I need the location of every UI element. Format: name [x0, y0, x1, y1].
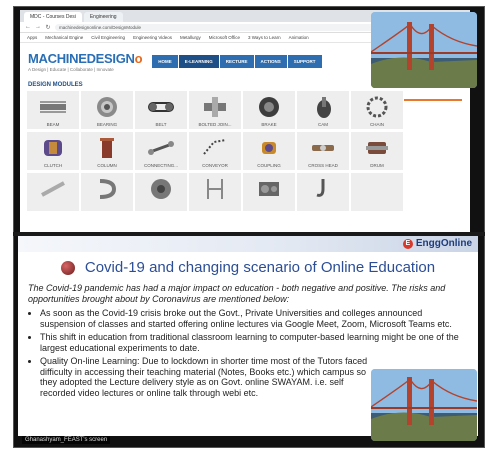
- belt-icon: [148, 102, 174, 112]
- column-icon: [100, 138, 114, 158]
- slide-header: E EnggOnline: [18, 236, 478, 252]
- conveyor-icon: [203, 139, 227, 155]
- back-icon[interactable]: ←: [25, 24, 31, 30]
- module-label: CONNECTING...: [143, 163, 178, 168]
- module-tile[interactable]: CLUTCH: [26, 131, 80, 171]
- bearing-icon: [97, 97, 117, 117]
- logo-text: MACHINEDESIGN: [28, 50, 135, 66]
- site-nav: HOME E-LEARNING RECTURE ACTIONS SUPPORT: [152, 54, 322, 68]
- module-tile[interactable]: BOLTED JOIN...: [188, 90, 242, 130]
- module-grid: BEAM BEARING BELT BOLTED JOIN... BRAKE CAM CHA…: [26, 90, 406, 212]
- coupling-icon: [262, 142, 276, 154]
- nav-support[interactable]: SUPPORT: [287, 54, 322, 68]
- blank-icon: [362, 177, 392, 201]
- bolted-joint-icon: [204, 97, 226, 117]
- virus-icon: [60, 260, 75, 275]
- module-label: BELT: [155, 122, 167, 127]
- slide-title-row: Covid-19 and changing scenario of Online…: [18, 259, 478, 276]
- bookmark-item[interactable]: Apps: [25, 35, 39, 40]
- nav-home[interactable]: HOME: [152, 54, 178, 68]
- module-label: COLUMN: [97, 163, 117, 168]
- module-tile[interactable]: CONNECTING...: [134, 131, 188, 171]
- module-tile[interactable]: BEAM: [26, 90, 80, 130]
- module-tile[interactable]: COUPLING: [242, 131, 296, 171]
- module-label: BOLTED JOIN...: [198, 122, 232, 127]
- module-tile[interactable]: [188, 172, 242, 212]
- flywheel-icon: [151, 179, 171, 199]
- brand: E EnggOnline: [402, 238, 472, 249]
- module-label: CLUTCH: [43, 163, 63, 168]
- module-tile[interactable]: DRUM: [350, 131, 404, 171]
- bridge-video-icon: [371, 12, 477, 88]
- module-tile[interactable]: [80, 172, 134, 212]
- participant-video[interactable]: [371, 12, 477, 88]
- slide-intro: The Covid-19 pandemic has had a major im…: [28, 283, 446, 304]
- logo-accent: o: [134, 50, 143, 66]
- brake-icon: [259, 97, 279, 117]
- module-label: CROSS HEAD: [308, 163, 338, 168]
- chain-icon: [366, 96, 388, 118]
- bookmark-item[interactable]: Civil Engineering: [89, 35, 127, 40]
- brand-logo-icon: E: [402, 238, 413, 249]
- hook-icon: [316, 179, 325, 197]
- module-tile[interactable]: [350, 172, 404, 212]
- module-tile[interactable]: [26, 172, 80, 212]
- bookmark-item[interactable]: Metallurgy: [178, 35, 203, 40]
- participant-video[interactable]: [371, 369, 477, 441]
- beam-icon: [40, 101, 66, 113]
- module-label: BEAM: [46, 122, 60, 127]
- module-tile[interactable]: BELT: [134, 90, 188, 130]
- cam-icon: [317, 97, 331, 118]
- module-label: CHAIN: [369, 122, 384, 127]
- logo-tagline: A Design | Educate | Collaborate | Innov…: [28, 66, 114, 72]
- bookmark-item[interactable]: Animation: [287, 35, 311, 40]
- slide-point: As soon as the Covid-19 crisis broke out…: [40, 308, 470, 329]
- forward-icon[interactable]: →: [35, 24, 41, 30]
- bookmark-item[interactable]: Microsoft Office: [207, 35, 242, 40]
- module-label: CAM: [318, 122, 328, 127]
- module-tile[interactable]: CONVEYOR: [188, 131, 242, 171]
- connecting-rod-icon: [148, 141, 174, 155]
- module-label: COUPLING: [257, 163, 281, 168]
- bridge-video-icon: [371, 369, 477, 441]
- slide-point: This shift in education from traditional…: [40, 332, 470, 353]
- module-label: CONVEYOR: [202, 163, 228, 168]
- module-tile[interactable]: [296, 172, 350, 212]
- cross-head-icon: [312, 145, 334, 151]
- module-tile[interactable]: CAM: [296, 90, 350, 130]
- clamp-icon: [99, 179, 117, 199]
- nav-e-learning[interactable]: E-LEARNING: [178, 54, 219, 68]
- drum-icon: [366, 142, 388, 154]
- nav-recture[interactable]: RECTURE: [219, 54, 254, 68]
- brand-name: EnggOnline: [415, 238, 472, 249]
- module-label: BEARING: [96, 122, 118, 127]
- fastener-icon: [41, 181, 65, 197]
- frame-icon: [207, 179, 223, 199]
- screen-share-caption: Ghanashyam_FEAST's screen: [22, 436, 111, 444]
- browser-tab[interactable]: MDC - Courses Desi: [24, 12, 82, 22]
- module-tile[interactable]: BRAKE: [242, 90, 296, 130]
- nav-actions[interactable]: ACTIONS: [254, 54, 287, 68]
- slide-title: Covid-19 and changing scenario of Online…: [84, 259, 436, 276]
- module-tile[interactable]: [242, 172, 296, 212]
- browser-tab[interactable]: Engineering: [83, 12, 123, 22]
- module-label: DRUM: [370, 163, 384, 168]
- gearbox-icon: [259, 182, 279, 196]
- clutch-icon: [44, 140, 62, 156]
- module-label: BRAKE: [261, 122, 277, 127]
- reload-icon[interactable]: ↻: [45, 24, 51, 31]
- module-tile[interactable]: CROSS HEAD: [296, 131, 350, 171]
- module-tile[interactable]: COLUMN: [80, 131, 134, 171]
- module-tile[interactable]: [134, 172, 188, 212]
- bookmark-item[interactable]: Engineering Videos: [131, 35, 174, 40]
- bookmark-item[interactable]: Mechanical Engine: [43, 35, 85, 40]
- module-tile[interactable]: CHAIN: [350, 90, 404, 130]
- module-tile[interactable]: BEARING: [80, 90, 134, 130]
- site-logo[interactable]: MACHINEDESIGNo A Design | Educate | Coll…: [28, 50, 143, 72]
- bookmark-item[interactable]: 3 Ways to Learn: [246, 35, 283, 40]
